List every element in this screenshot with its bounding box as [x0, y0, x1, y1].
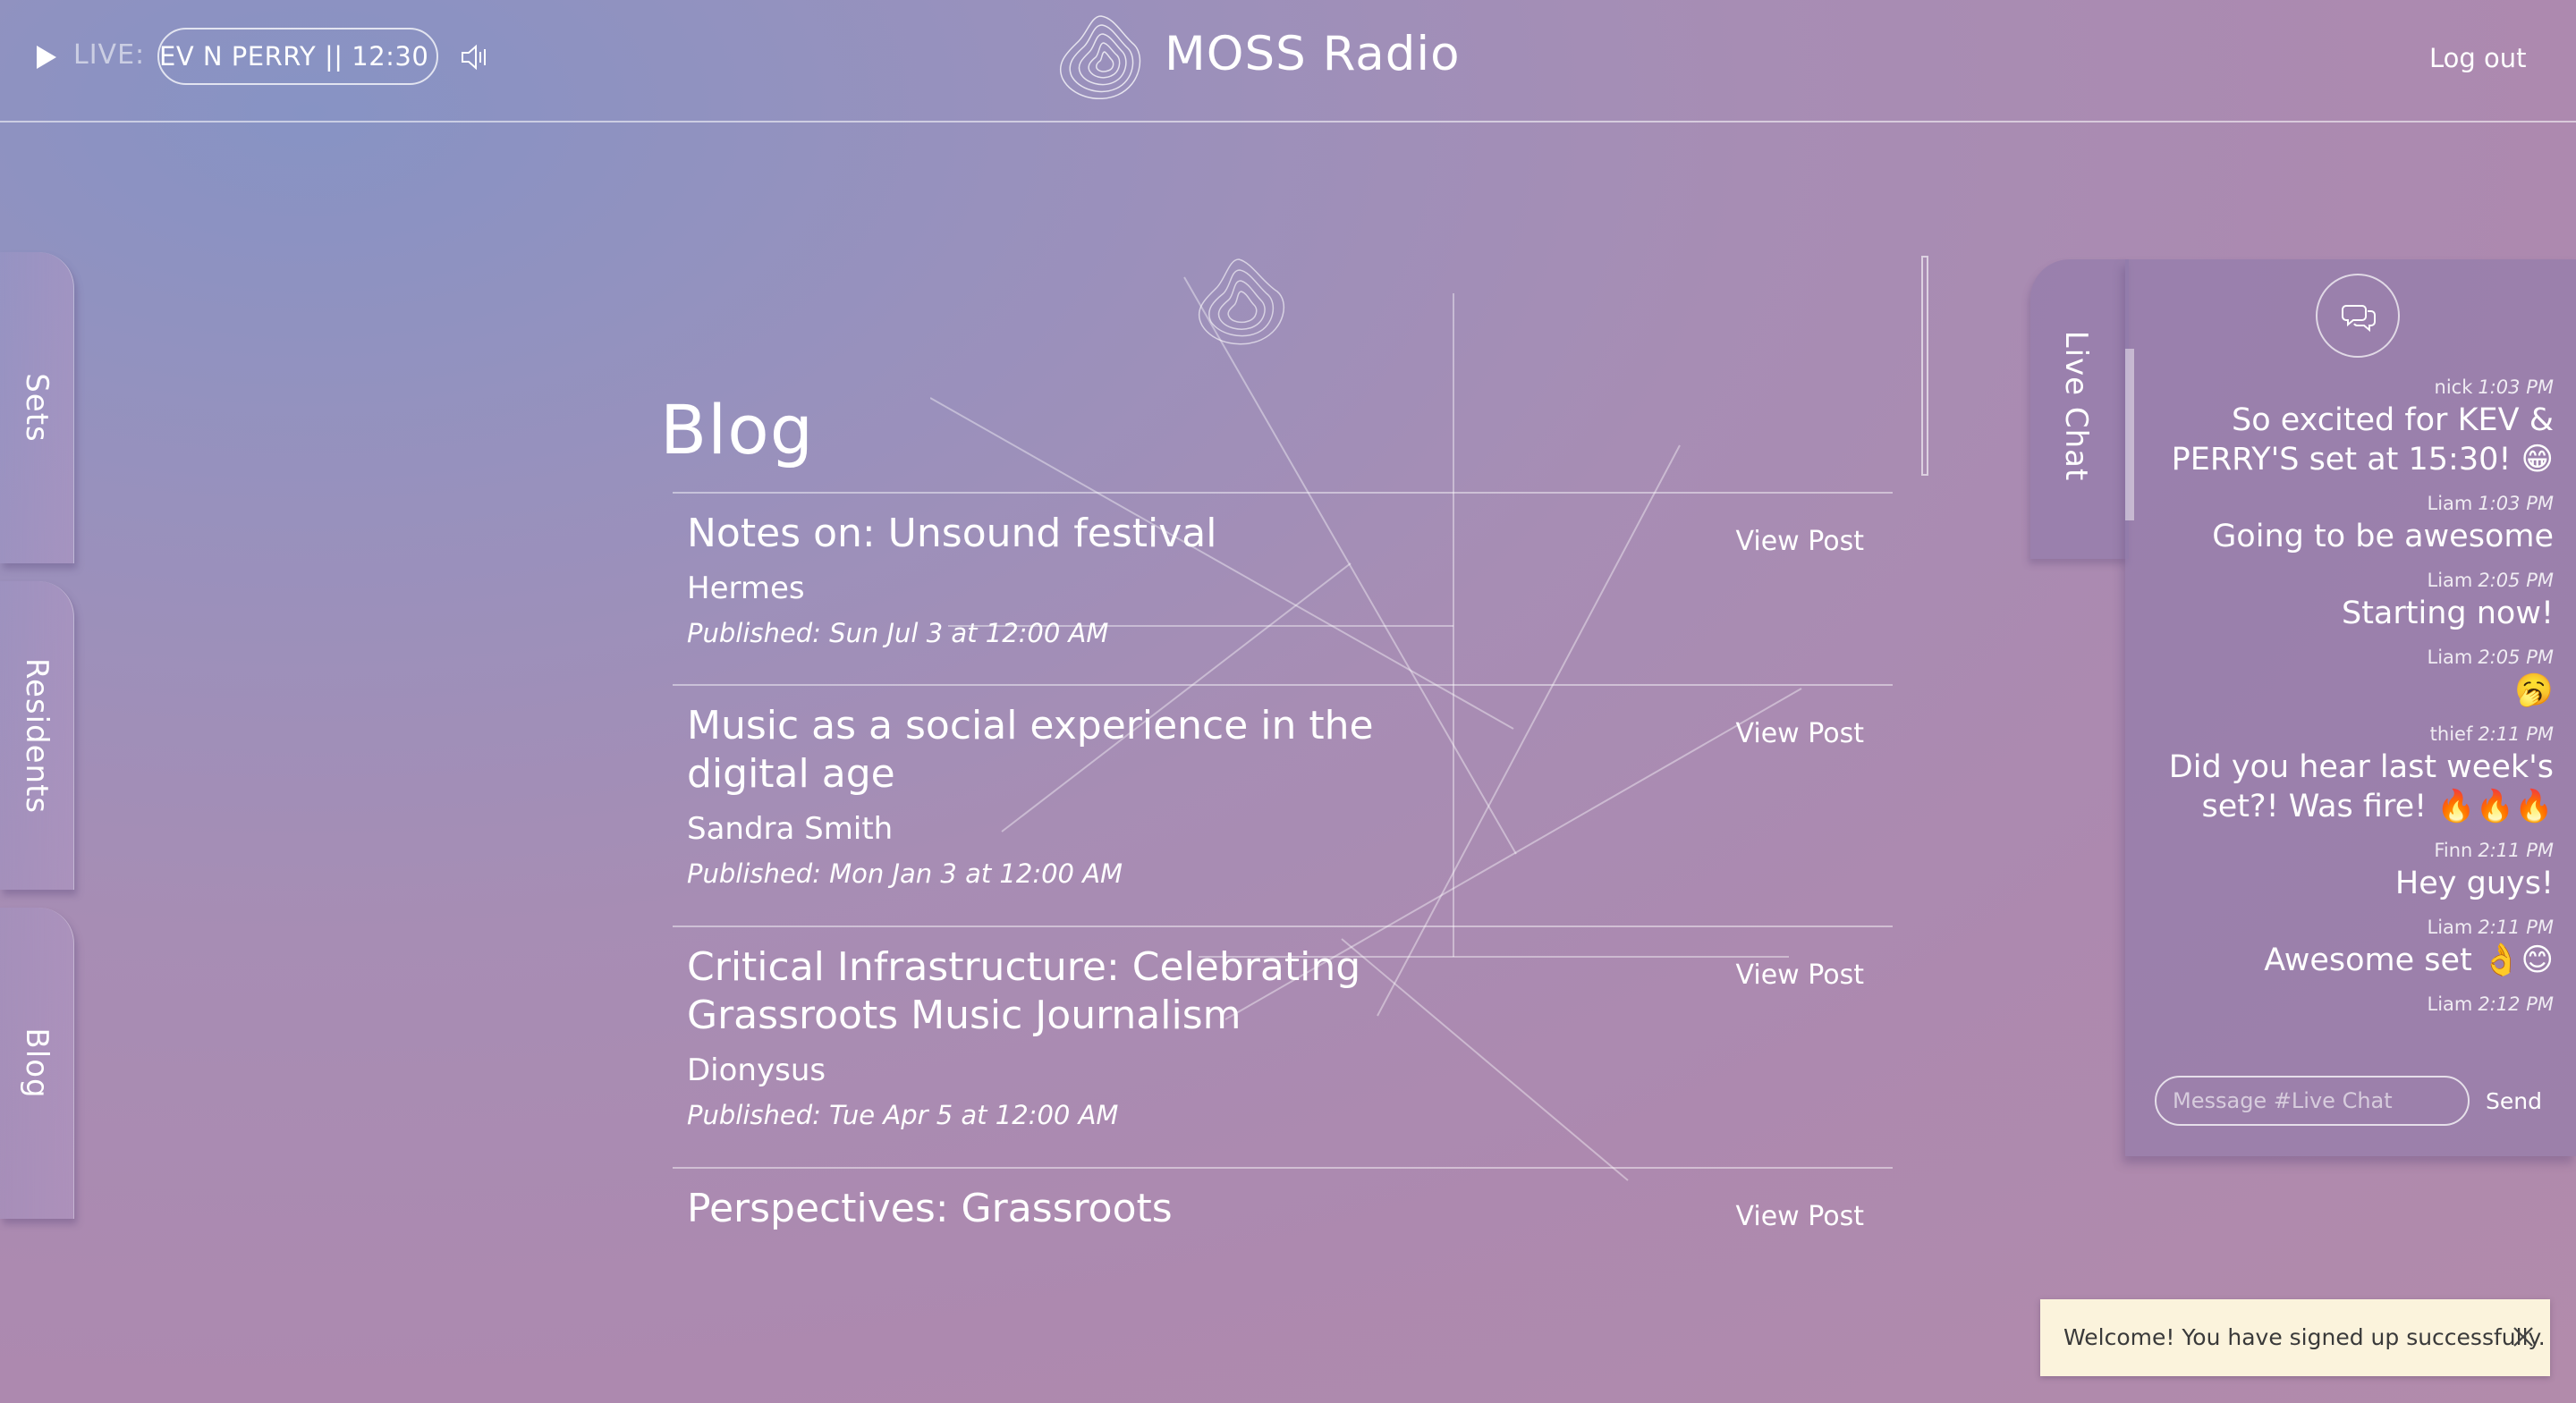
chat-timestamp: 1:03 PM — [2478, 493, 2554, 514]
blog-post-list: Notes on: Unsound festival Hermes Publis… — [673, 492, 1893, 1247]
now-playing-text: EV N PERRY || 12:30 — [159, 41, 429, 72]
chat-timestamp: 2:05 PM — [2478, 647, 2554, 668]
now-playing-marquee: EV N PERRY || 12:30 — [157, 28, 438, 85]
chat-message-text: Did you hear last week's set?! Was fire!… — [2168, 749, 2554, 824]
chat-message-list: nick 1:03 PM So excited for KEV & PERRY'S… — [2147, 376, 2554, 1028]
blog-post: Perspectives: Grassroots View Post — [673, 1167, 1893, 1247]
post-date: Published: Sun Jul 3 at 12:00 AM — [687, 618, 1109, 648]
top-bar: LIVE: EV N PERRY || 12:30 MOSS Radio Log… — [0, 0, 2576, 123]
chat-scrollbar[interactable] — [2125, 349, 2134, 520]
sidebar-item-blog[interactable]: Blog — [0, 908, 74, 1219]
chat-bubbles-icon[interactable] — [2316, 274, 2400, 358]
chat-message-text: So excited for KEV & PERRY'S set at 15:3… — [2171, 402, 2554, 478]
sidebar-item-sets[interactable]: Sets — [0, 252, 74, 563]
sidebar-item-label: Blog — [19, 1027, 55, 1099]
chat-username: Liam — [2427, 647, 2473, 668]
chat-username: nick — [2434, 376, 2473, 398]
sidebar-item-residents[interactable]: Residents — [0, 581, 74, 890]
chat-message-text: Awesome set 👌😊 — [2264, 942, 2554, 978]
chat-message-text: 🥱 — [2514, 672, 2554, 708]
chat-timestamp: 2:12 PM — [2478, 993, 2554, 1015]
chat-username: Liam — [2427, 993, 2473, 1015]
chat-username: Finn — [2434, 840, 2473, 861]
site-title: MOSS Radio — [1165, 27, 1461, 81]
chat-message: Liam 2:05 PM Starting now! — [2147, 569, 2554, 633]
view-post-link[interactable]: View Post — [1736, 1201, 1865, 1232]
page-title: Blog — [660, 390, 814, 469]
chat-message: thief 2:11 PM Did you hear last week's se… — [2147, 723, 2554, 826]
close-icon[interactable] — [2511, 1324, 2536, 1349]
chat-message-input[interactable] — [2155, 1076, 2470, 1126]
post-author: Dionysus — [687, 1052, 826, 1088]
post-date: Published: Tue Apr 5 at 12:00 AM — [687, 1100, 1119, 1130]
chat-timestamp: 2:11 PM — [2478, 723, 2554, 745]
live-label: LIVE: — [73, 39, 146, 71]
chat-message-text: Hey guys! — [2394, 866, 2554, 901]
post-author: Hermes — [687, 570, 805, 606]
view-post-link[interactable]: View Post — [1736, 959, 1865, 991]
notification-toast: Welcome! You have signed up successfully… — [2040, 1299, 2550, 1376]
chat-username: thief — [2429, 723, 2473, 745]
toast-message: Welcome! You have signed up successfully… — [2063, 1324, 2546, 1350]
scroll-indicator[interactable] — [1921, 256, 1928, 476]
chat-message: nick 1:03 PM So excited for KEV & PERRY'S… — [2147, 376, 2554, 479]
post-title[interactable]: Music as a social experience in the digi… — [687, 702, 1385, 799]
chat-username: Liam — [2427, 917, 2473, 938]
blog-post: Notes on: Unsound festival Hermes Publis… — [673, 492, 1893, 684]
view-post-link[interactable]: View Post — [1736, 526, 1865, 557]
live-chat-tab[interactable]: Live Chat — [2030, 259, 2129, 559]
blog-post: Critical Infrastructure: Celebrating Gra… — [673, 925, 1893, 1167]
live-chat-tab-label: Live Chat — [2057, 330, 2094, 482]
view-post-link[interactable]: View Post — [1736, 718, 1865, 749]
chat-message: Finn 2:11 PM Hey guys! — [2147, 839, 2554, 903]
volume-icon[interactable] — [459, 41, 491, 73]
sidebar-item-label: Sets — [19, 373, 55, 443]
chat-timestamp: 2:05 PM — [2478, 570, 2554, 591]
chat-message: Liam 2:05 PM 🥱 — [2147, 646, 2554, 710]
chat-username: Liam — [2427, 570, 2473, 591]
post-title[interactable]: Perspectives: Grassroots — [687, 1185, 1385, 1233]
moss-logo-icon — [1052, 9, 1150, 107]
chat-send-button[interactable]: Send — [2486, 1088, 2542, 1114]
chat-timestamp: 2:11 PM — [2478, 917, 2554, 938]
sidebar-item-label: Residents — [19, 657, 55, 814]
post-date: Published: Mon Jan 3 at 12:00 AM — [687, 858, 1123, 889]
chat-timestamp: 2:11 PM — [2478, 840, 2554, 861]
chat-message-text: Starting now! — [2341, 596, 2554, 631]
blog-post: Music as a social experience in the digi… — [673, 684, 1893, 925]
post-title[interactable]: Critical Infrastructure: Celebrating Gra… — [687, 943, 1385, 1040]
chat-timestamp: 1:03 PM — [2478, 376, 2554, 398]
chat-message: Liam 1:03 PM Going to be awesome — [2147, 492, 2554, 556]
chat-message-text: Going to be awesome — [2212, 519, 2554, 554]
logout-button[interactable]: Log out — [2429, 43, 2527, 73]
chat-username: Liam — [2427, 493, 2473, 514]
chat-message: Liam 2:11 PM Awesome set 👌😊 — [2147, 916, 2554, 980]
post-title[interactable]: Notes on: Unsound festival — [687, 510, 1385, 558]
chat-message: Liam 2:12 PM — [2147, 993, 2554, 1016]
post-author: Sandra Smith — [687, 811, 894, 847]
play-icon[interactable] — [34, 43, 59, 72]
